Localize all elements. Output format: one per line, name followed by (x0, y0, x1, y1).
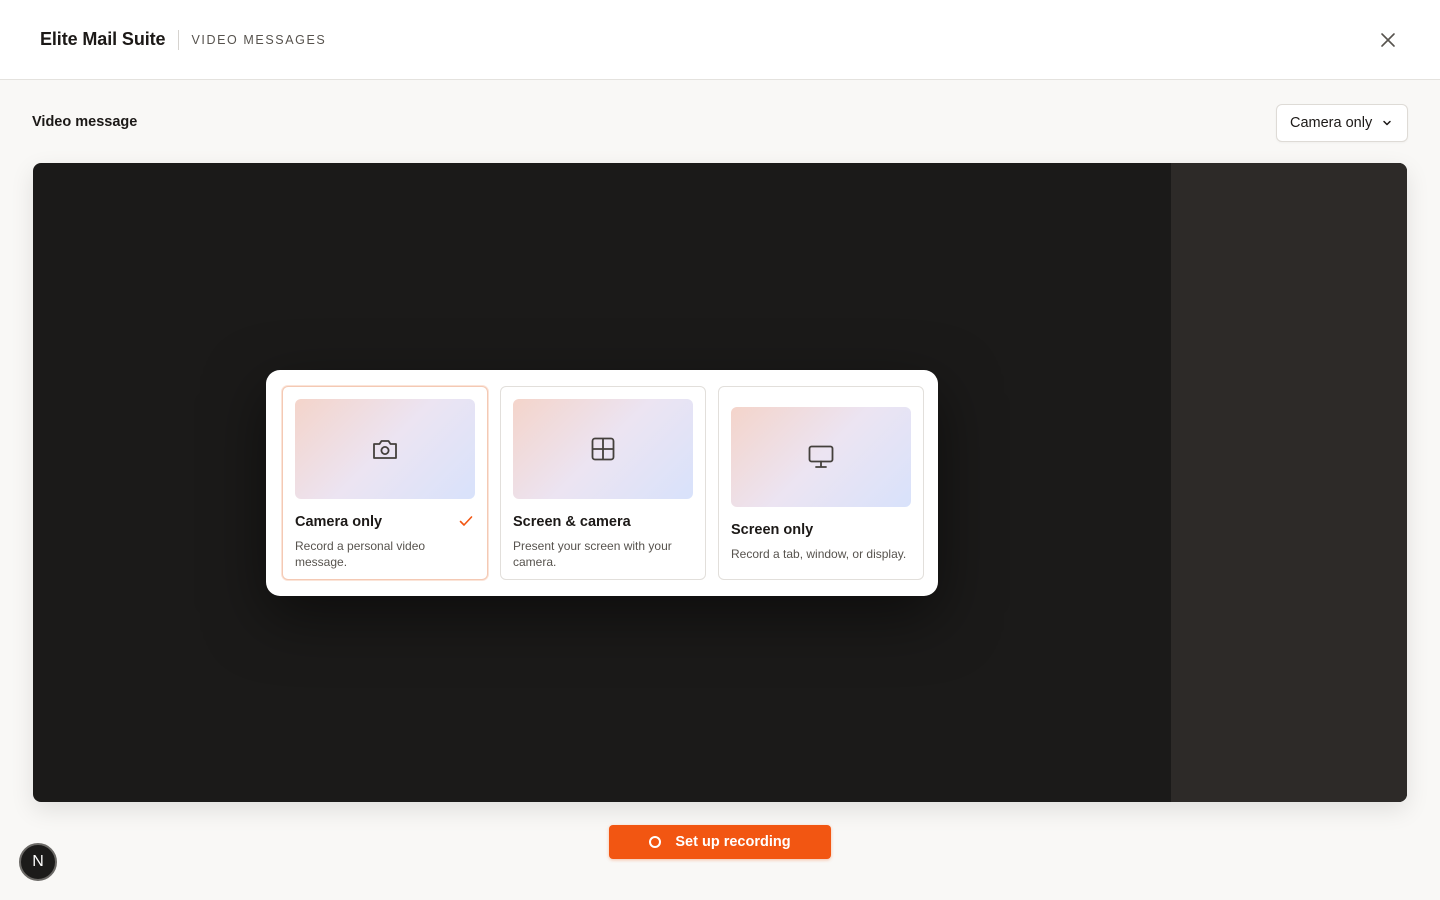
monitor-icon (808, 445, 834, 468)
option-camera-only[interactable]: Camera only Record a personal video mess… (282, 386, 488, 580)
option-screen-and-camera[interactable]: Screen & camera Present your screen with… (500, 386, 706, 580)
option-thumbnail (295, 399, 475, 499)
close-icon (1381, 33, 1395, 47)
section-tag: VIDEO MESSAGES (191, 32, 327, 47)
user-avatar[interactable]: N (19, 843, 57, 881)
recording-mode-picker: Camera only Record a personal video mess… (266, 370, 938, 596)
set-up-recording-button[interactable]: Set up recording (609, 825, 831, 859)
option-thumbnail (731, 407, 911, 507)
mode-select[interactable]: Camera only (1276, 104, 1408, 142)
page-heading: Video message (32, 114, 138, 130)
option-description: Record a personal video message. (295, 539, 426, 569)
video-stage: Camera only Record a personal video mess… (33, 163, 1407, 802)
record-button-label: Set up recording (675, 834, 791, 850)
mode-select-value: Camera only (1290, 115, 1373, 131)
check-icon (458, 513, 474, 529)
camera-icon (373, 440, 397, 459)
option-description: Record a tab, window, or display. (731, 547, 907, 561)
top-bar: Elite Mail Suite VIDEO MESSAGES (0, 0, 1440, 80)
option-title: Screen & camera (513, 514, 631, 530)
app-title: Elite Mail Suite (40, 29, 166, 49)
stage-side-panel (1171, 163, 1407, 802)
close-button[interactable] (1376, 28, 1400, 52)
layout-grid-icon (591, 437, 615, 461)
option-description: Present your screen with your camera. (513, 539, 672, 569)
option-title: Screen only (731, 522, 814, 538)
chevron-down-icon (1383, 120, 1391, 126)
record-icon (649, 836, 662, 848)
option-screen-only[interactable]: Screen only Record a tab, window, or dis… (718, 386, 924, 580)
option-title: Camera only (295, 514, 383, 530)
option-thumbnail (513, 399, 693, 499)
title-divider (178, 29, 180, 50)
